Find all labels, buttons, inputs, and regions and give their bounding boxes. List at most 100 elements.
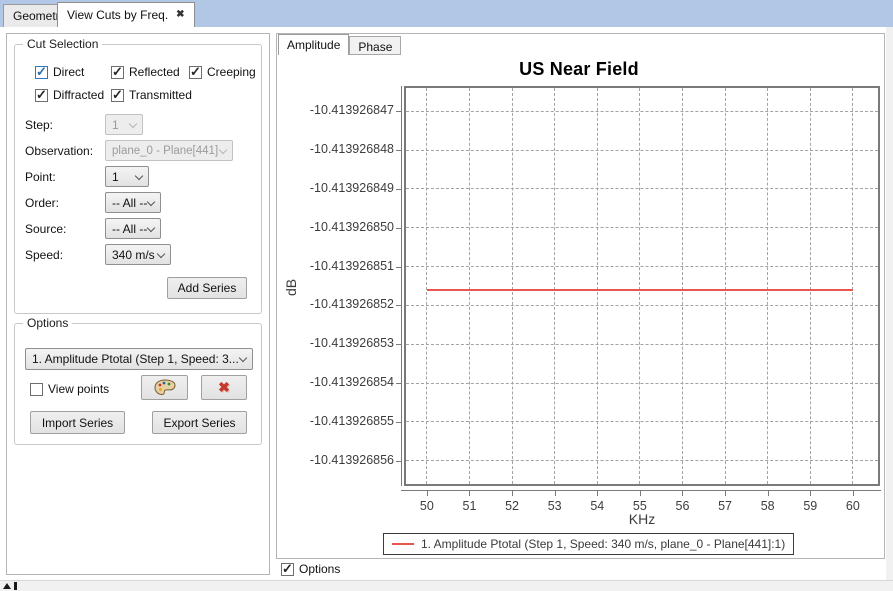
speed-label: Speed: (25, 248, 63, 262)
checkbox-transmitted-box (111, 89, 124, 102)
x-tick (469, 490, 470, 496)
point-dropdown[interactable]: 1 (105, 166, 149, 187)
checkbox-direct-box (35, 66, 48, 79)
x-tick (768, 490, 769, 496)
chart-panel: Amplitude Phase US Near Field dB KHz 1. … (276, 33, 885, 559)
h-gridline (406, 460, 878, 461)
series-selector-value: 1. Amplitude Ptotal (Step 1, Speed: 3... (32, 352, 239, 366)
v-gridline (639, 88, 640, 484)
source-value: -- All -- (112, 222, 147, 236)
chevron-down-icon (135, 172, 143, 180)
x-tick-label: 55 (620, 499, 660, 513)
checkbox-direct-label: Direct (53, 65, 84, 79)
v-gridline (852, 88, 853, 484)
x-tick-label: 51 (449, 499, 489, 513)
options-footer-checkbox[interactable]: Options (281, 562, 340, 576)
window-bottom-strip (0, 580, 893, 591)
x-tick (597, 490, 598, 496)
y-tick (396, 150, 402, 151)
x-tick (640, 490, 641, 496)
y-tick-label: -10.413926852 (277, 297, 394, 311)
checkbox-transmitted-label: Transmitted (129, 88, 192, 102)
x-tick-label: 54 (577, 499, 617, 513)
chevron-down-icon (239, 354, 247, 362)
v-gridline (469, 88, 470, 484)
v-gridline (512, 88, 513, 484)
v-gridline (426, 88, 427, 484)
chart-title: US Near Field (277, 59, 881, 80)
tab-view-cuts-label: View Cuts by Freq. (67, 8, 168, 22)
y-tick-label: -10.413926849 (277, 181, 394, 195)
x-axis-line (401, 490, 881, 491)
source-label: Source: (25, 222, 66, 236)
point-value: 1 (112, 170, 119, 184)
observation-label: Observation: (25, 144, 93, 158)
y-tick-label: -10.413926853 (277, 336, 394, 350)
x-tick (427, 490, 428, 496)
x-tick-label: 52 (492, 499, 532, 513)
h-gridline (406, 188, 878, 189)
x-tick (810, 490, 811, 496)
view-points-label: View points (48, 382, 109, 396)
add-series-label: Add Series (178, 281, 237, 295)
close-tab-icon[interactable]: ✖ (176, 10, 184, 20)
legend-series-label: 1. Amplitude Ptotal (Step 1, Speed: 340 … (421, 537, 785, 551)
v-gridline (725, 88, 726, 484)
speed-value: 340 m/s (112, 248, 155, 262)
series-selector-dropdown[interactable]: 1. Amplitude Ptotal (Step 1, Speed: 3... (25, 348, 253, 370)
v-gridline (554, 88, 555, 484)
order-label: Order: (25, 196, 59, 210)
export-series-button[interactable]: Export Series (152, 411, 247, 434)
y-tick (396, 189, 402, 190)
y-tick-label: -10.413926847 (277, 103, 394, 117)
point-label: Point: (25, 170, 56, 184)
h-gridline (406, 305, 878, 306)
chevron-down-icon (219, 146, 227, 154)
x-tick-label: 56 (662, 499, 702, 513)
add-series-button[interactable]: Add Series (167, 277, 247, 299)
x-tick (555, 490, 556, 496)
step-dropdown: 1 (105, 114, 143, 135)
x-tick-label: 60 (833, 499, 873, 513)
checkbox-transmitted[interactable]: Transmitted (111, 88, 192, 102)
checkbox-diffracted[interactable]: Diffracted (35, 88, 104, 102)
y-tick (396, 228, 402, 229)
v-gridline (597, 88, 598, 484)
checkbox-direct[interactable]: Direct (35, 65, 84, 79)
import-series-label: Import Series (42, 416, 113, 430)
y-tick-label: -10.413926851 (277, 259, 394, 273)
y-tick (396, 305, 402, 306)
import-series-button[interactable]: Import Series (30, 411, 125, 434)
x-tick-label: 57 (705, 499, 745, 513)
tab-amplitude[interactable]: Amplitude (278, 34, 349, 55)
y-tick (396, 267, 402, 268)
chevron-down-icon (157, 250, 165, 258)
view-points-checkbox[interactable]: View points (30, 382, 109, 396)
v-gridline (682, 88, 683, 484)
y-tick-label: -10.413926855 (277, 414, 394, 428)
step-value: 1 (112, 118, 119, 132)
observation-value: plane_0 - Plane[441] (112, 145, 218, 157)
h-gridline (406, 383, 878, 384)
delete-icon: ✖ (218, 379, 230, 396)
y-tick (396, 383, 402, 384)
x-tick-label: 53 (535, 499, 575, 513)
cut-selection-group-title: Cut Selection (23, 37, 102, 51)
tab-view-cuts-by-freq[interactable]: View Cuts by Freq. ✖ (57, 2, 195, 27)
delete-series-button[interactable]: ✖ (201, 375, 247, 400)
h-gridline (406, 266, 878, 267)
order-dropdown[interactable]: -- All -- (105, 192, 161, 213)
source-dropdown[interactable]: -- All -- (105, 218, 161, 239)
x-axis-label: KHz (404, 511, 880, 527)
cut-selection-panel: Cut Selection Direct Reflected Creeping … (6, 33, 270, 575)
view-points-box (30, 383, 43, 396)
speed-dropdown[interactable]: 340 m/s (105, 244, 171, 265)
checkbox-reflected[interactable]: Reflected (111, 65, 180, 79)
options-group-title: Options (23, 316, 72, 330)
h-gridline (406, 111, 878, 112)
series-color-button[interactable] (141, 375, 188, 400)
h-gridline (406, 150, 878, 151)
v-gridline (767, 88, 768, 484)
checkbox-creeping[interactable]: Creeping (189, 65, 256, 79)
chart-area: US Near Field dB KHz 1. Amplitude Ptotal… (277, 34, 884, 558)
